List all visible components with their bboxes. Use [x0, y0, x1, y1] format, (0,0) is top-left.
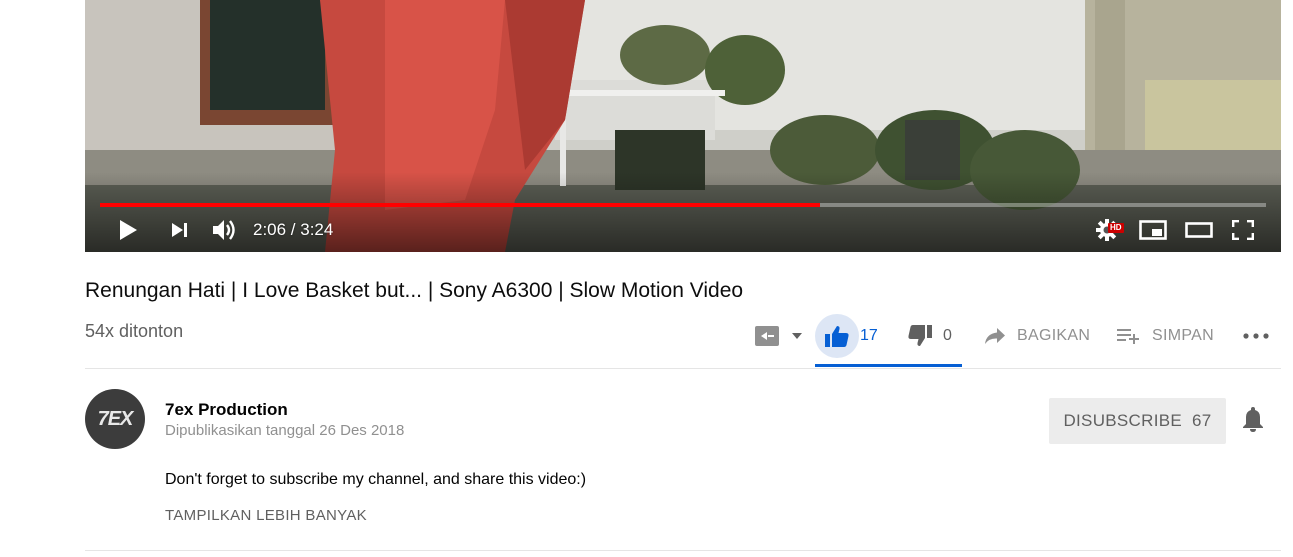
play-icon — [120, 220, 137, 240]
share-button[interactable]: BAGIKAN — [985, 312, 1090, 360]
theater-mode-icon — [1185, 222, 1213, 238]
channel-avatar[interactable]: 7EX — [85, 389, 145, 449]
playlist-icon — [755, 326, 779, 346]
show-more-button[interactable]: TAMPILKAN LEBIH BANYAK — [165, 507, 367, 524]
sentiment-bar — [815, 364, 962, 367]
playlist-dropdown[interactable] — [755, 312, 802, 360]
like-button[interactable]: 17 — [815, 312, 878, 360]
channel-name[interactable]: 7ex Production — [165, 400, 288, 420]
fullscreen-icon — [1232, 220, 1254, 240]
time-display: 2:06 / 3:24 — [253, 220, 334, 239]
dislike-count: 0 — [943, 327, 952, 344]
fullscreen-button[interactable] — [1225, 212, 1261, 248]
share-icon — [985, 328, 1005, 344]
settings-button[interactable]: HD — [1091, 212, 1127, 248]
dislike-button[interactable]: 0 — [908, 312, 952, 360]
volume-icon — [213, 220, 235, 240]
next-button[interactable] — [165, 212, 195, 248]
thumbs-down-icon — [908, 325, 932, 346]
subscribe-label: DISUBSCRIBE — [1063, 411, 1183, 430]
miniplayer-icon — [1139, 220, 1167, 240]
save-button[interactable]: SIMPAN — [1117, 312, 1214, 360]
bell-icon — [1243, 407, 1263, 432]
video-description: Don't forget to subscribe my channel, an… — [165, 471, 587, 488]
video-player[interactable]: 2:06 / 3:24 HD — [85, 0, 1281, 252]
divider — [85, 368, 1281, 369]
divider — [85, 550, 1281, 551]
like-count: 17 — [860, 327, 878, 344]
share-label: BAGIKAN — [1017, 327, 1091, 344]
video-actions: 17 0 BAGIKAN SIMPAN — [0, 312, 1293, 360]
theater-mode-button[interactable] — [1181, 212, 1217, 248]
player-controls: 2:06 / 3:24 HD — [85, 212, 1281, 248]
progress-played — [100, 203, 821, 207]
miniplayer-button[interactable] — [1135, 212, 1171, 248]
hd-badge: HD — [1108, 223, 1124, 233]
more-horizontal-icon — [1243, 333, 1269, 339]
more-actions-button[interactable] — [1243, 312, 1269, 360]
progress-bar[interactable] — [100, 203, 1266, 207]
subscriber-count: 67 — [1192, 411, 1212, 430]
chevron-down-icon — [792, 333, 802, 339]
play-button[interactable] — [113, 212, 143, 248]
notification-bell-button[interactable] — [1242, 406, 1264, 437]
next-icon — [172, 223, 187, 237]
publish-date: Dipublikasikan tanggal 26 Des 2018 — [165, 422, 405, 439]
thumbs-up-icon — [825, 326, 849, 347]
video-title: Renungan Hati | I Love Basket but... | S… — [85, 279, 744, 302]
like-circle — [815, 314, 859, 358]
avatar-logo-text: 7EX — [97, 407, 134, 430]
mute-button[interactable] — [209, 212, 241, 248]
save-label: SIMPAN — [1152, 327, 1214, 344]
subscribe-button[interactable]: DISUBSCRIBE 67 — [1049, 398, 1226, 444]
playlist-add-icon — [1117, 329, 1139, 344]
